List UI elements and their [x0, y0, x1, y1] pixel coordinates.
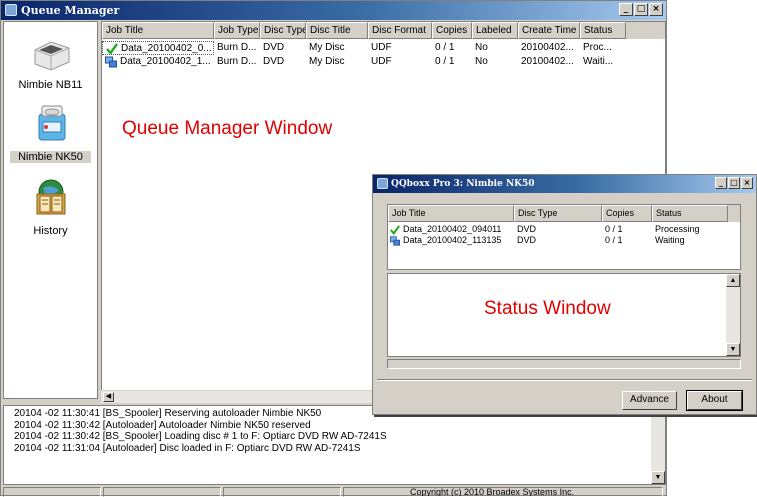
- sidebar-item-nimbie-nk50[interactable]: Nimbie NK50: [4, 102, 97, 163]
- history-book-icon: [36, 179, 65, 215]
- printer-device-icon: [34, 41, 69, 71]
- scroll-up-button[interactable]: ▲: [726, 274, 740, 287]
- progress-bar: [387, 359, 741, 369]
- status-cell: Waiti...: [583, 56, 614, 67]
- disc-format-cell: UDF: [371, 56, 392, 67]
- checkmark-icon: [390, 225, 400, 235]
- status-job-list-header: Job Title Disc Type Copies Status: [388, 205, 740, 222]
- activity-log[interactable]: 20104 -02 11:30:41 [BS_Spooler] Reservin…: [3, 405, 666, 485]
- copies-cell: 0 / 1: [435, 42, 455, 53]
- scroll-down-button[interactable]: ▼: [726, 343, 740, 356]
- app-icon: [377, 178, 388, 189]
- column-header-status[interactable]: Status: [652, 205, 728, 222]
- status-window-title: QQboxx Pro 3: Nimbie NK50: [391, 179, 535, 189]
- job-title-cell: Data_20100402_113135: [403, 235, 502, 245]
- status-cell: Waiting: [655, 235, 685, 245]
- job-type-cell: Burn D...: [217, 56, 257, 67]
- log-line: 20104 -02 11:30:42 [BS_Spooler] Loading …: [14, 431, 387, 442]
- disc-title-cell: My Disc: [309, 56, 345, 67]
- vertical-scrollbar[interactable]: ▼: [651, 406, 665, 484]
- column-header-copies[interactable]: Copies: [432, 22, 472, 39]
- log-line: 20104 -02 11:30:42 [Autoloader] Autoload…: [14, 419, 311, 431]
- disc-type-cell: DVD: [263, 42, 285, 53]
- column-header-labeled[interactable]: Labeled: [472, 22, 518, 39]
- sidebar-item-nimbie-nb11[interactable]: Nimbie NB11: [4, 34, 97, 91]
- advance-button[interactable]: Advance: [622, 391, 677, 410]
- maximize-button[interactable]: □: [728, 177, 740, 189]
- log-line: 20104 -02 11:31:04 [Autoloader] Disc loa…: [14, 442, 361, 454]
- app-icon: [5, 4, 17, 16]
- column-header-copies[interactable]: Copies: [602, 205, 652, 222]
- column-header-job-title[interactable]: Job Title: [102, 22, 214, 39]
- column-header-disc-format[interactable]: Disc Format: [368, 22, 432, 39]
- column-header-disc-type[interactable]: Disc Type: [514, 205, 602, 222]
- table-row[interactable]: Data_20100402_113135 DVD 0 / 1 Waiting: [388, 235, 728, 246]
- status-window: QQboxx Pro 3: Nimbie NK50 _ □ × Job Titl…: [372, 174, 757, 415]
- column-header-job-title[interactable]: Job Title: [388, 205, 514, 222]
- queue-manager-annotation: Queue Manager Window: [122, 118, 333, 139]
- scroll-left-button[interactable]: ◀: [103, 392, 114, 402]
- autoloader-device-icon: [38, 105, 65, 141]
- job-type-cell: Burn D...: [217, 42, 257, 53]
- column-header-job-type[interactable]: Job Type: [214, 22, 260, 39]
- column-header-create-time[interactable]: Create Time: [518, 22, 580, 39]
- queue-waiting-icon: [390, 236, 400, 246]
- sidebar-item-history[interactable]: History: [4, 178, 97, 237]
- status-job-list[interactable]: Job Title Disc Type Copies Status Data_2…: [387, 204, 741, 270]
- table-row[interactable]: Data_20100402_094011 DVD 0 / 1 Processin…: [388, 224, 728, 235]
- window-title: Queue Manager: [21, 4, 120, 17]
- status-cell: Processing: [655, 224, 700, 234]
- sidebar-item-label: Nimbie NB11: [18, 79, 83, 91]
- status-cell: Proc...: [583, 42, 612, 53]
- column-header-disc-title[interactable]: Disc Title: [306, 22, 368, 39]
- create-time-cell: 20100402...: [521, 42, 574, 53]
- device-sidebar: Nimbie NB11 Nimbie NK50 History: [3, 21, 98, 399]
- copies-cell: 0 / 1: [605, 224, 623, 234]
- minimize-button[interactable]: _: [619, 3, 633, 16]
- minimize-button[interactable]: _: [715, 177, 727, 189]
- maximize-button[interactable]: □: [634, 3, 648, 16]
- copies-cell: 0 / 1: [605, 235, 623, 245]
- labeled-cell: No: [475, 56, 488, 67]
- separator: [377, 379, 752, 381]
- sidebar-item-label: History: [33, 225, 68, 237]
- queue-waiting-icon: [105, 56, 117, 68]
- queue-manager-titlebar[interactable]: Queue Manager _ □ ×: [1, 1, 666, 20]
- scroll-down-button[interactable]: ▼: [651, 471, 665, 484]
- copies-cell: 0 / 1: [435, 56, 455, 67]
- job-list-header: Job Title Job Type Disc Type Disc Title …: [102, 22, 665, 39]
- vertical-scrollbar[interactable]: ▲ ▼: [726, 274, 740, 356]
- column-header-status[interactable]: Status: [580, 22, 626, 39]
- job-title-cell: Data_20100402_094011: [403, 224, 502, 234]
- table-row[interactable]: Data_20100402_0... Burn D... DVD My Disc…: [102, 41, 626, 55]
- close-button[interactable]: ×: [741, 177, 753, 189]
- labeled-cell: No: [475, 42, 488, 53]
- status-text-area[interactable]: Status Window ▲ ▼: [387, 273, 741, 357]
- job-title-cell: Data_20100402_1...: [120, 56, 211, 67]
- sidebar-item-label: Nimbie NK50: [10, 151, 91, 163]
- create-time-cell: 20100402...: [521, 56, 574, 67]
- status-window-titlebar[interactable]: QQboxx Pro 3: Nimbie NK50 _ □ ×: [373, 175, 756, 193]
- status-window-annotation: Status Window: [484, 298, 611, 319]
- disc-type-cell: DVD: [517, 235, 537, 245]
- disc-format-cell: UDF: [371, 42, 392, 53]
- about-button[interactable]: About: [686, 390, 743, 411]
- disc-type-cell: DVD: [517, 224, 537, 234]
- close-button[interactable]: ×: [649, 3, 663, 16]
- disc-type-cell: DVD: [263, 56, 285, 67]
- checkmark-icon: [106, 43, 118, 54]
- job-title-cell: Data_20100402_0...: [121, 43, 212, 54]
- table-row[interactable]: Data_20100402_1... Burn D... DVD My Disc…: [102, 55, 626, 69]
- column-header-disc-type[interactable]: Disc Type: [260, 22, 306, 39]
- disc-title-cell: My Disc: [309, 42, 345, 53]
